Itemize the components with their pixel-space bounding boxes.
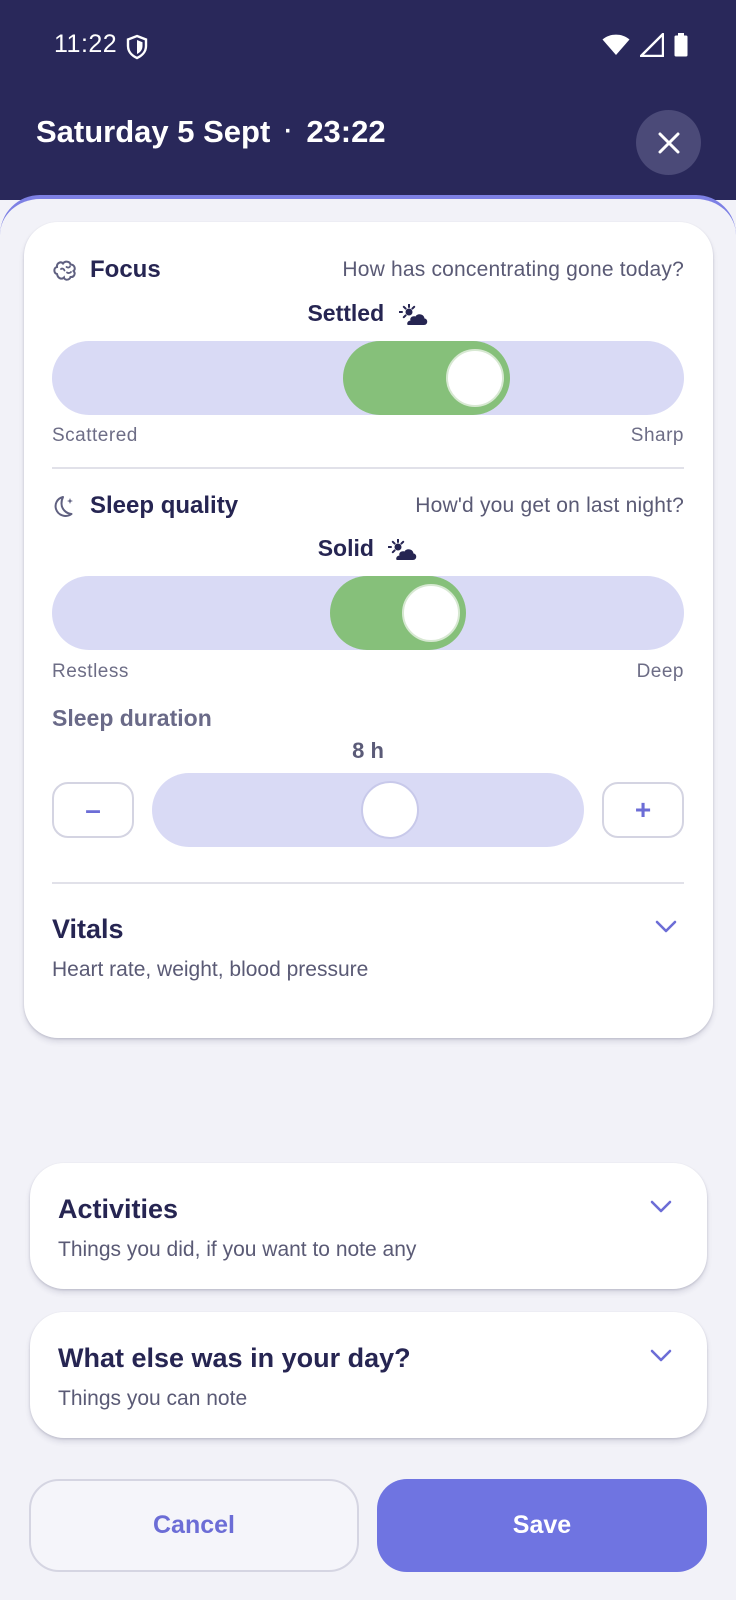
sleep-quality-slider[interactable] [52,576,684,650]
title-separator: · [284,118,293,145]
activities-card[interactable] [30,1163,707,1289]
battery-icon [674,33,688,57]
decrease-duration-button[interactable]: – [52,782,134,838]
divider [52,882,684,884]
sleep-quality-value-label: Solid [317,535,374,561]
chevron-down-icon[interactable] [650,1349,672,1363]
sleep-duration-slider-thumb[interactable] [360,781,419,839]
sleep-duration-value: 8 h [352,738,384,763]
header: 11:22 Saturday 5 Sept · 23:22 [0,0,736,200]
cancel-button[interactable]: Cancel [29,1479,359,1572]
sleep-quality-title: Sleep quality [90,492,239,519]
else-in-day-title: What else was in your day? [58,1343,411,1373]
chevron-down-icon[interactable] [655,920,677,934]
close-icon [658,132,679,153]
activities-subtitle: Things you did, if you want to note any [58,1238,417,1261]
sun-cloud-icon [398,303,427,325]
shield-icon [126,34,148,60]
brain-icon [53,260,76,281]
save-button[interactable]: Save [377,1479,707,1572]
else-in-day-subtitle: Things you can note [58,1387,248,1410]
status-bar: 11:22 [0,0,736,92]
sleep-quality-header: Sleep quality How'd you get on last nigh… [52,488,684,528]
focus-max-label: Sharp [630,425,684,446]
status-time: 11:22 [54,30,118,58]
sleep-quality-slider-thumb[interactable] [402,584,461,642]
moon-icon [54,496,73,517]
increase-duration-button[interactable]: + [602,782,684,838]
chevron-down-icon[interactable] [650,1200,672,1214]
focus-header: Focus How has concentrating gone today? [52,252,684,292]
sleep-quality-value: Solid [52,535,684,562]
sun-cloud-icon [388,538,417,560]
sleep-duration-slider[interactable] [152,773,584,847]
title-time: 23:22 [306,114,386,149]
sleep-quality-min-label: Restless [52,661,129,682]
title-date: Saturday 5 Sept [36,114,271,149]
focus-question: How has concentrating gone today? [342,258,684,281]
focus-value: Settled [52,300,684,327]
wifi-icon [602,34,630,55]
focus-slider[interactable] [52,341,684,415]
sleep-duration-title: Sleep duration [52,705,212,731]
else-in-day-card[interactable] [30,1312,707,1438]
page-title: Saturday 5 Sept · 23:22 [36,114,386,150]
focus-min-label: Scattered [52,425,138,446]
signal-icon [640,33,664,57]
focus-value-label: Settled [307,300,385,326]
activities-title: Activities [58,1194,179,1224]
vitals-subtitle: Heart rate, weight, blood pressure [52,958,369,981]
sleep-quality-max-label: Deep [636,661,684,682]
vitals-title: Vitals [52,914,124,944]
sleep-quality-question: How'd you get on last night? [415,494,684,517]
divider [52,467,684,469]
focus-title: Focus [90,256,161,283]
close-button[interactable] [636,110,701,175]
